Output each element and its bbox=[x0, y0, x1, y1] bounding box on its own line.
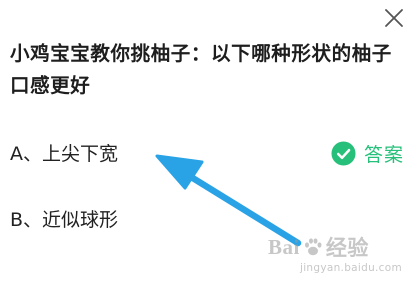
close-button[interactable] bbox=[382, 6, 406, 30]
option-a[interactable]: A、上尖下宽 bbox=[10, 142, 118, 166]
paw-icon bbox=[304, 238, 322, 256]
watermark-url: jingyan.baidu.com bbox=[300, 262, 402, 274]
option-b[interactable]: B、近似球形 bbox=[10, 208, 118, 232]
watermark-brand: Bai 经验 bbox=[268, 234, 369, 261]
answer-tag: 答案 bbox=[331, 140, 404, 166]
close-icon bbox=[385, 9, 403, 27]
check-circle-icon bbox=[331, 140, 356, 166]
watermark: Bai 经验 jingyan.baidu.com bbox=[268, 232, 402, 275]
answer-label: 答案 bbox=[364, 143, 405, 166]
question-text: 小鸡宝宝教你挑柚子：以下哪种形状的柚子口感更好 bbox=[10, 42, 392, 97]
